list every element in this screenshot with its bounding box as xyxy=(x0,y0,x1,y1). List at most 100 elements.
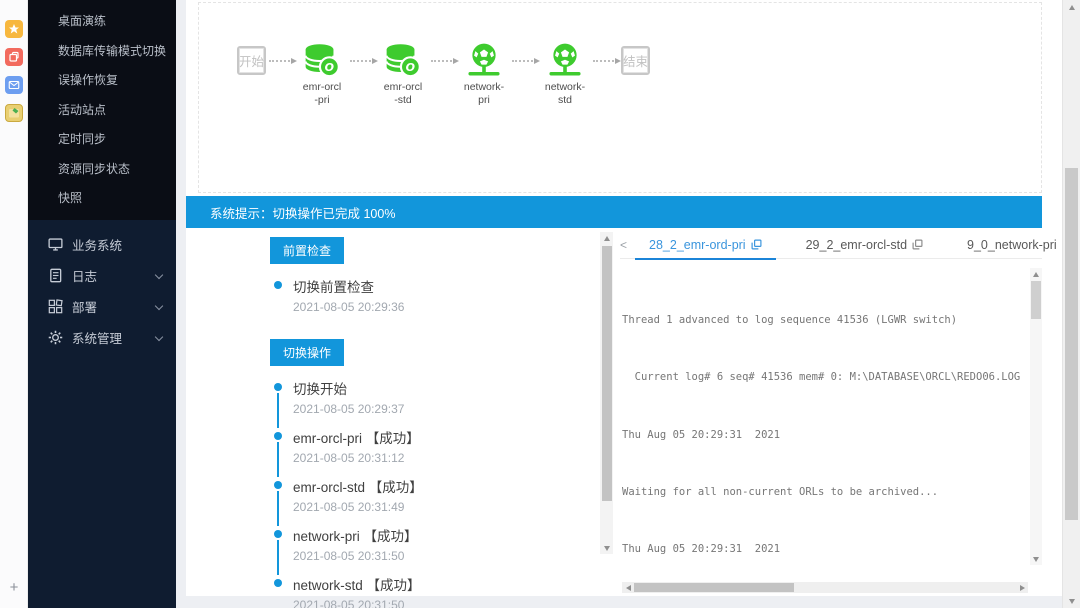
timeline-dot-icon xyxy=(274,432,282,440)
network-icon xyxy=(543,43,587,79)
external-window-icon[interactable] xyxy=(751,239,762,250)
flow-node-label: network-std xyxy=(534,81,596,106)
sidebar-menu: 业务系统 日志 xyxy=(28,220,176,353)
system-message-bar: 系统提示：切换操作已完成 100% xyxy=(186,196,1042,228)
timeline-item-title: network-std 【成功】 xyxy=(293,574,600,594)
star-app-icon[interactable] xyxy=(5,20,23,38)
timeline-group: 切换操作 切换开始 2021-08-05 20:29:37 emr-orcl-p… xyxy=(270,339,600,608)
timeline-item-title: 切换开始 xyxy=(293,378,600,398)
sidebar-submenu-label: 数据库传输模式切换 xyxy=(58,44,166,58)
add-shortcut-button[interactable]: + xyxy=(4,580,24,595)
log-icon xyxy=(48,268,63,283)
log-output[interactable]: Thread 1 advanced to log sequence 41536 … xyxy=(622,264,1028,564)
timeline-item-time: 2021-08-05 20:31:50 xyxy=(293,598,600,608)
scroll-down-icon[interactable] xyxy=(1030,553,1042,565)
timeline-dot-icon xyxy=(274,530,282,538)
log-tab[interactable]: 29_2_emr-orcl-std xyxy=(792,231,937,259)
screenshot-app-icon[interactable] xyxy=(5,48,23,66)
sidebar-submenu-item[interactable]: 误操作恢复 xyxy=(28,66,176,96)
scroll-down-icon[interactable] xyxy=(1063,594,1080,608)
flow-node[interactable]: O emr-orcl-std xyxy=(378,43,428,79)
flow-node-label: emr-orcl-pri xyxy=(291,81,353,106)
svg-text:O: O xyxy=(406,61,415,74)
main-content: 开始 O xyxy=(186,0,1062,596)
timeline-scrollbar[interactable] xyxy=(600,232,613,554)
log-tab-label: 29_2_emr-orcl-std xyxy=(806,238,907,252)
mail-app-icon[interactable] xyxy=(5,76,23,94)
database-icon: O xyxy=(300,43,344,79)
sidebar-menu-item[interactable]: 日志 xyxy=(28,260,176,291)
timeline-item: 切换前置检查 2021-08-05 20:29:36 xyxy=(274,276,600,325)
timeline-item-time: 2021-08-05 20:31:50 xyxy=(293,549,600,563)
scroll-right-icon[interactable] xyxy=(1016,585,1028,591)
flow-node-label: emr-orcl-std xyxy=(372,81,434,106)
page-scrollbar[interactable] xyxy=(1062,0,1080,608)
flow-start-node[interactable]: 开始 xyxy=(237,46,266,75)
log-tab-label: 9_0_network-pri xyxy=(967,238,1057,252)
scroll-down-icon[interactable] xyxy=(600,542,613,554)
network-icon xyxy=(462,43,506,79)
menu-item-label: 日志 xyxy=(72,266,97,285)
monitor-icon xyxy=(48,237,63,252)
log-vertical-scrollbar[interactable] xyxy=(1030,268,1042,565)
sidebar-submenu-item[interactable]: 桌面演练 xyxy=(28,7,176,37)
notes-app-icon[interactable] xyxy=(5,104,23,122)
sidebar-submenu-item[interactable]: 资源同步状态 xyxy=(28,155,176,185)
log-tab[interactable]: 9_0_network-pri xyxy=(953,231,1080,259)
scroll-up-icon[interactable] xyxy=(1063,0,1080,14)
svg-text:O: O xyxy=(325,61,334,74)
flow-arrow-icon xyxy=(512,60,537,62)
sidebar-menu-item[interactable]: 业务系统 xyxy=(28,229,176,260)
scroll-up-icon[interactable] xyxy=(1030,268,1042,280)
scrollbar-thumb[interactable] xyxy=(634,583,794,592)
log-line: Thu Aug 05 20:29:31 2021 xyxy=(622,428,1028,442)
sidebar-submenu-item[interactable]: 定时同步 xyxy=(28,125,176,155)
scrollbar-thumb[interactable] xyxy=(1065,168,1078,520)
scrollbar-thumb[interactable] xyxy=(602,246,612,501)
log-tabs-row: < 28_2_emr-ord-pri 29_2_emr-orcl-std xyxy=(620,231,1042,259)
flow-node[interactable]: O emr-orcl-pri xyxy=(297,43,347,79)
flow-node-label: network-pri xyxy=(453,81,515,106)
scroll-up-icon[interactable] xyxy=(600,232,613,244)
timeline-item: emr-orcl-pri 【成功】 2021-08-05 20:31:12 xyxy=(274,427,600,476)
timeline-dot-icon xyxy=(274,481,282,489)
chevron-down-icon xyxy=(155,301,163,309)
sidebar-submenu: 桌面演练 数据库传输模式切换 误操作恢复 活动站点 定时同步 资源同步状态 xyxy=(28,0,176,220)
timeline-item-time: 2021-08-05 20:29:36 xyxy=(293,300,600,314)
sidebar-submenu-label: 定时同步 xyxy=(58,132,106,146)
flow-node-icon: O xyxy=(300,43,344,79)
timeline-item-title: 切换前置检查 xyxy=(293,276,600,296)
sidebar-menu-item[interactable]: 部署 xyxy=(28,291,176,322)
log-panel: < 28_2_emr-ord-pri 29_2_emr-orcl-std xyxy=(620,231,1042,594)
sidebar-menu-item[interactable]: 系统管理 xyxy=(28,322,176,353)
scroll-left-icon[interactable] xyxy=(622,585,634,591)
tabs-prev-icon[interactable]: < xyxy=(620,238,627,252)
menu-item-icon xyxy=(48,268,63,283)
flow-node[interactable]: O network-std xyxy=(540,43,590,79)
timeline-item-time: 2021-08-05 20:31:49 xyxy=(293,500,600,514)
log-line: Thread 1 advanced to log sequence 41536 … xyxy=(622,313,1028,327)
timeline-item: network-pri 【成功】 2021-08-05 20:31:50 xyxy=(274,525,600,574)
desktop-app-strip: + xyxy=(0,0,28,608)
external-window-icon[interactable] xyxy=(912,239,923,250)
workflow-canvas: 开始 O xyxy=(198,2,1042,193)
flow-end-node[interactable]: 结束 xyxy=(621,46,650,75)
timeline-item-time: 2021-08-05 20:31:12 xyxy=(293,451,600,465)
log-tab-label: 28_2_emr-ord-pri xyxy=(649,238,746,252)
timeline-item: emr-orcl-std 【成功】 2021-08-05 20:31:49 xyxy=(274,476,600,525)
sidebar-submenu-item[interactable]: 活动站点 xyxy=(28,96,176,126)
menu-item-icon xyxy=(48,237,63,252)
scrollbar-thumb[interactable] xyxy=(1031,281,1041,319)
timeline-item-time: 2021-08-05 20:29:37 xyxy=(293,402,600,416)
timeline-item-title: emr-orcl-pri 【成功】 xyxy=(293,427,600,447)
sidebar-submenu-item[interactable]: 数据库传输模式切换 xyxy=(28,37,176,67)
sidebar: 桌面演练 数据库传输模式切换 误操作恢复 活动站点 定时同步 资源同步状态 xyxy=(28,0,176,608)
flow-node-icon: O xyxy=(462,43,506,79)
timeline-item: 切换开始 2021-08-05 20:29:37 xyxy=(274,378,600,427)
sidebar-submenu-item[interactable]: 快照 xyxy=(28,184,176,214)
log-line: Thu Aug 05 20:29:31 2021 xyxy=(622,542,1028,556)
flow-node[interactable]: O network-pri xyxy=(459,43,509,79)
timeline-group-badge: 切换操作 xyxy=(270,339,344,366)
log-horizontal-scrollbar[interactable] xyxy=(622,582,1028,593)
log-tab[interactable]: 28_2_emr-ord-pri xyxy=(635,231,776,259)
